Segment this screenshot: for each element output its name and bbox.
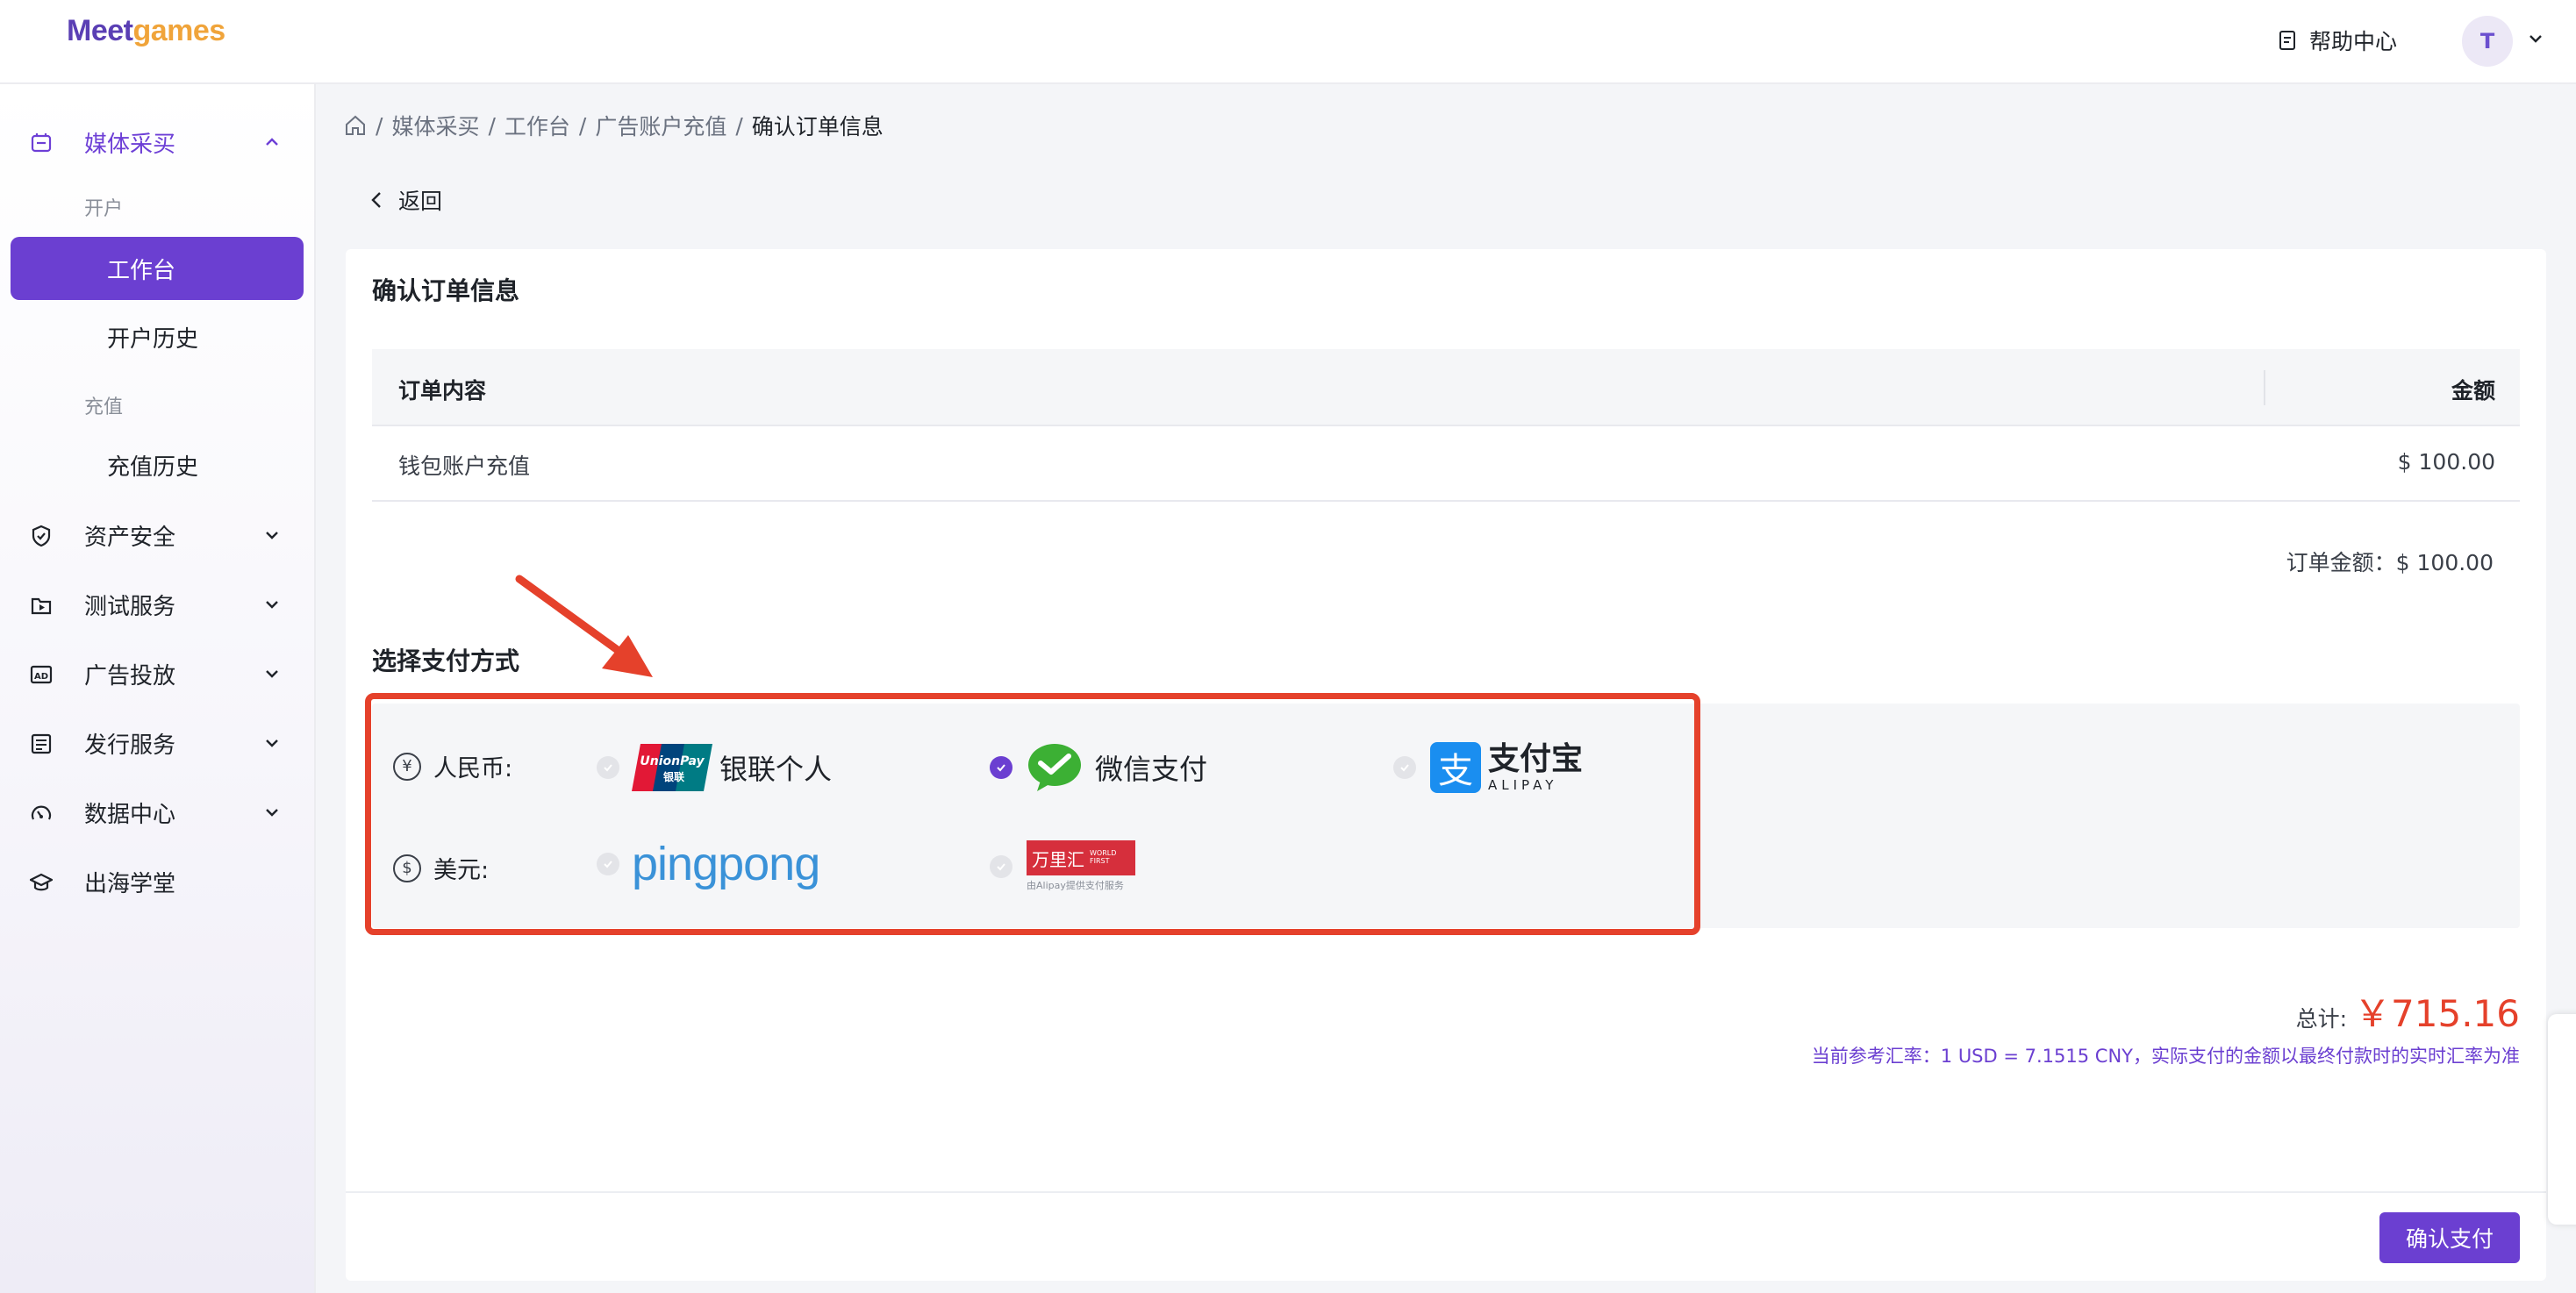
chevron-down-icon	[266, 532, 278, 539]
payment-panel	[372, 704, 2520, 928]
sidebar-item-academy[interactable]: 出海学堂	[0, 855, 316, 908]
chevron-up-icon	[266, 138, 278, 146]
sidebar-item-open-history[interactable]: 开户历史	[11, 305, 304, 368]
media-icon	[31, 133, 52, 153]
sidebar-item-publish-service[interactable]: 发行服务	[0, 717, 316, 769]
chevron-down-icon[interactable]	[2527, 30, 2544, 47]
pingpong-radio[interactable]	[597, 853, 619, 875]
ad-icon: AD	[30, 665, 53, 684]
table-header: 订单内容 金额	[372, 349, 2520, 426]
help-center-label: 帮助中心	[2309, 29, 2398, 54]
chevron-down-icon	[266, 809, 278, 817]
brand-logo[interactable]: Meetgames	[67, 14, 225, 48]
cell-amount: $ 100.00	[2397, 449, 2495, 475]
sidebar-item-recharge-history[interactable]: 充值历史	[11, 433, 304, 496]
payment-option-worldfirst[interactable]: 万里汇 WORLD FIRST 由Alipay提供支付服务	[990, 840, 1135, 892]
wechat-pay-logo-icon	[1028, 744, 1081, 791]
exchange-rate-note: 当前参考汇率：1 USD = 7.1515 CNY，实际支付的金额以最终付款时的…	[1811, 1046, 2520, 1067]
sidebar-item-label: 数据中心	[84, 801, 176, 828]
pingpong-logo-text: pingpong	[632, 838, 820, 890]
unionpay-logo-icon: UnionPay 银联	[632, 744, 712, 791]
sidebar: 媒体采买 开户 工作台 开户历史 充值 充值历史 资产安全 测试服务 AD 广告…	[0, 84, 316, 1293]
payment-option-pingpong[interactable]: pingpong	[597, 838, 820, 890]
sidebar-item-label: 资产安全	[84, 524, 176, 551]
chevron-left-icon	[371, 192, 381, 208]
wechat-pay-label: 微信支付	[1095, 753, 1208, 786]
table-row: 钱包账户充值 $ 100.00	[372, 426, 2520, 502]
floating-side-toolbar[interactable]	[2548, 1014, 2576, 1225]
alipay-label: 支付宝	[1488, 740, 1584, 777]
annotation-arrow-icon	[515, 575, 653, 677]
svg-text:AD: AD	[34, 672, 48, 682]
unionpay-label: 银联个人	[719, 753, 833, 786]
folder-play-icon	[31, 597, 52, 615]
payment-option-unionpay[interactable]: UnionPay 银联 银联个人	[597, 742, 832, 793]
order-amount: 订单金额：$ 100.00	[2286, 550, 2494, 575]
yuan-icon: ¥	[393, 752, 421, 781]
sidebar-item-test-service[interactable]: 测试服务	[0, 578, 316, 631]
home-icon[interactable]	[344, 114, 367, 137]
breadcrumb: / 媒体采买 / 工作台 / 广告账户充值 / 确认订单信息	[344, 111, 884, 140]
breadcrumb-item-recharge[interactable]: 广告账户充值	[595, 110, 726, 141]
sidebar-item-label: 发行服务	[84, 732, 176, 759]
back-button[interactable]: 返回	[369, 182, 442, 218]
sidebar-item-ad-delivery[interactable]: AD 广告投放	[0, 647, 316, 700]
graduation-cap-icon	[30, 873, 53, 891]
sidebar-item-data-center[interactable]: 数据中心	[0, 786, 316, 839]
card-title: 确认订单信息	[372, 276, 520, 305]
total-label: 总计:	[2295, 1006, 2348, 1032]
alipay-radio[interactable]	[1393, 756, 1416, 779]
cell-content: 钱包账户充值	[398, 454, 531, 479]
total-value: ￥715.16	[2354, 992, 2520, 1035]
col-header-content: 订单内容	[398, 378, 487, 404]
breadcrumb-item-media[interactable]: 媒体采买	[391, 110, 479, 141]
wechat-radio[interactable]	[990, 756, 1013, 779]
chevron-down-icon	[266, 670, 278, 678]
rmb-label: ¥ 人民币:	[393, 749, 512, 783]
user-avatar[interactable]: T	[2462, 16, 2513, 67]
order-card: 确认订单信息 订单内容 金额 钱包账户充值 $ 100.00 订单金额：$ 10…	[346, 249, 2546, 1281]
unionpay-radio[interactable]	[597, 756, 619, 779]
chevron-down-icon	[266, 739, 278, 747]
publish-icon	[31, 733, 52, 754]
chevron-down-icon	[266, 601, 278, 609]
gauge-icon	[31, 805, 52, 820]
document-icon	[2279, 31, 2295, 50]
dollar-icon: $	[393, 854, 421, 882]
sidebar-item-label: 媒体采买	[84, 131, 176, 158]
payment-option-wechat[interactable]: 微信支付	[990, 742, 1207, 793]
alipay-logo-icon: 支	[1430, 742, 1481, 793]
shield-icon	[32, 525, 51, 547]
sidebar-item-label: 广告投放	[84, 662, 176, 689]
worldfirst-radio[interactable]	[990, 854, 1013, 878]
sidebar-group-open: 开户	[84, 198, 124, 220]
worldfirst-logo: 万里汇 WORLD FIRST 由Alipay提供支付服务	[1027, 840, 1135, 892]
sidebar-item-media[interactable]: 媒体采买	[0, 116, 316, 168]
col-header-amount: 金额	[2451, 378, 2495, 404]
total-summary: 总计: ￥715.16	[2296, 984, 2520, 1038]
confirm-payment-button[interactable]: 确认支付	[2379, 1212, 2520, 1263]
worldfirst-sub-label: 由Alipay提供支付服务	[1027, 880, 1124, 891]
svg-text:UnionPay: UnionPay	[640, 754, 705, 768]
payment-option-alipay[interactable]: 支 支付宝 ALIPAY	[1393, 742, 1583, 793]
sidebar-group-recharge: 充值	[84, 396, 124, 418]
order-table: 订单内容 金额 钱包账户充值 $ 100.00	[372, 349, 2520, 502]
sidebar-item-asset-security[interactable]: 资产安全	[0, 509, 316, 561]
top-header: Meetgames 帮助中心 T	[0, 0, 2576, 84]
payment-section-title: 选择支付方式	[372, 646, 520, 675]
sidebar-item-workbench[interactable]: 工作台	[11, 237, 304, 300]
breadcrumb-item-workbench[interactable]: 工作台	[504, 110, 570, 141]
usd-label: $ 美元:	[393, 851, 489, 885]
alipay-sub-label: ALIPAY	[1488, 776, 1558, 793]
svg-text:银联: 银联	[663, 770, 684, 783]
breadcrumb-current: 确认订单信息	[751, 114, 884, 139]
help-center-link[interactable]: 帮助中心	[2278, 25, 2397, 56]
sidebar-item-label: 测试服务	[84, 593, 176, 620]
sidebar-item-label: 出海学堂	[84, 870, 176, 897]
